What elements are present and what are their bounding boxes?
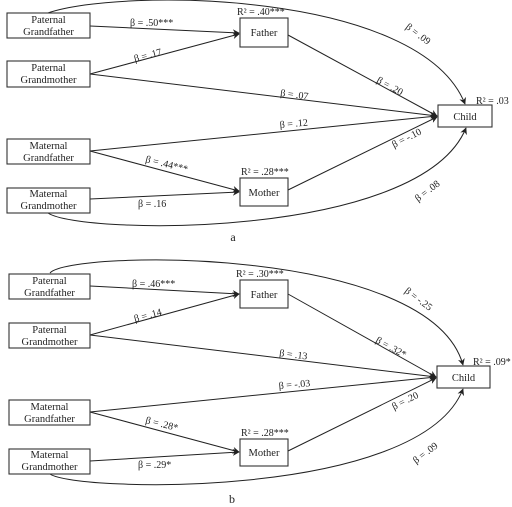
coef-mgf-mother: β = .44*** bbox=[144, 154, 189, 175]
panel-b: Paternal Grandfather Paternal Grandmother … bbox=[8, 259, 511, 506]
node-child: Child bbox=[436, 365, 491, 389]
node-paternal-grandmother: Paternal Grandmother bbox=[6, 60, 91, 88]
node-label-line1: Maternal bbox=[30, 141, 68, 152]
node-child: Child bbox=[437, 104, 493, 128]
node-label: Child bbox=[453, 112, 477, 123]
svg-text:MaternalGrandfather: Maternal Grandfather bbox=[23, 141, 74, 164]
node-maternal-grandfather: Maternal Grandfather bbox=[6, 138, 91, 165]
node-paternal-grandfather: Paternal Grandfather bbox=[8, 273, 91, 300]
coef-mgm-mother: β = .29* bbox=[138, 460, 171, 471]
node-label: Mother bbox=[249, 188, 280, 199]
coef-pgf-child: β = -.25 bbox=[402, 286, 434, 314]
node-label-line1: Maternal bbox=[30, 189, 68, 200]
panel-a: Paternal Grandfather Paternal Grandmother … bbox=[6, 0, 509, 244]
edge-mgf-child bbox=[89, 113, 438, 152]
node-label-line2: Grandmother bbox=[21, 201, 77, 212]
coef-pgm-father: β = .14 bbox=[133, 307, 163, 325]
coef-father-child: β = .32* bbox=[374, 335, 408, 361]
node-label: Mother bbox=[249, 448, 280, 459]
node-label-line1: Maternal bbox=[31, 450, 69, 461]
edge-father-child bbox=[287, 293, 437, 378]
node-label: Father bbox=[251, 290, 278, 301]
node-label: Child bbox=[452, 373, 476, 384]
node-father: Father bbox=[239, 17, 289, 48]
node-paternal-grandfather: Paternal Grandfather bbox=[6, 12, 91, 39]
coef-mgm-child: β = .08 bbox=[413, 179, 442, 205]
panel-label-b: b bbox=[229, 492, 235, 506]
node-label-line2: Grandfather bbox=[23, 153, 74, 164]
node-mother: Mother bbox=[239, 177, 289, 207]
svg-text:MaternalGrandfather: Maternal Grandfather bbox=[24, 402, 75, 425]
edge-mgm-mother bbox=[89, 188, 240, 200]
edge-father-child bbox=[287, 34, 438, 117]
r2-father: R² = .30*** bbox=[236, 269, 284, 280]
node-label-line1: Maternal bbox=[31, 402, 69, 413]
node-label-line1: Paternal bbox=[32, 276, 66, 287]
node-label-line2: Grandfather bbox=[23, 27, 74, 38]
r2-mother: R² = .28*** bbox=[241, 167, 289, 178]
edge-mgf-mother bbox=[89, 150, 240, 193]
coef-mgm-child: β = .09 bbox=[411, 441, 440, 467]
r2-mother: R² = .28*** bbox=[241, 428, 289, 439]
coef-pgm-father: β = .17 bbox=[133, 47, 163, 65]
coef-pgf-child: β = .09 bbox=[403, 22, 432, 48]
coef-pgm-child: β = .13 bbox=[279, 348, 308, 362]
r2-father: R² = .40*** bbox=[237, 7, 285, 18]
node-label-line2: Grandmother bbox=[22, 462, 78, 473]
coef-mgm-mother: β = .16 bbox=[138, 199, 166, 210]
node-maternal-grandfather: Maternal Grandfather bbox=[8, 399, 91, 426]
edge-mgf-mother bbox=[89, 411, 240, 454]
node-label-line2: Grandmother bbox=[22, 337, 78, 348]
node-label-line2: Grandmother bbox=[21, 75, 77, 86]
node-label-line2: Grandfather bbox=[24, 288, 75, 299]
edge-pgm-father bbox=[89, 32, 240, 75]
panel-label-a: a bbox=[230, 230, 236, 244]
node-label-line2: Grandfather bbox=[24, 414, 75, 425]
node-label-line1: Paternal bbox=[31, 63, 65, 74]
node-paternal-grandmother: Paternal Grandmother bbox=[8, 322, 91, 349]
edge-pgm-father bbox=[89, 292, 240, 336]
node-label-line1: Paternal bbox=[31, 15, 65, 26]
path-diagram: Paternal Grandfather Paternal Grandmother … bbox=[6, 0, 511, 506]
node-label: Father bbox=[251, 28, 278, 39]
r2-child: R² = .09* bbox=[473, 357, 511, 368]
node-label-line1: Paternal bbox=[32, 325, 66, 336]
coef-pgf-father: β = .46*** bbox=[132, 279, 175, 290]
coef-father-child: β = .20 bbox=[375, 75, 405, 98]
node-mother: Mother bbox=[239, 438, 289, 467]
edge-mgf-child bbox=[89, 374, 437, 413]
coef-mother-child: β = -.10 bbox=[390, 127, 423, 151]
node-maternal-grandmother: Maternal Grandmother bbox=[6, 187, 91, 214]
coef-pgm-child: β = .07 bbox=[280, 88, 309, 102]
coef-pgf-father: β = .50*** bbox=[130, 18, 173, 29]
node-father: Father bbox=[239, 279, 289, 309]
node-maternal-grandmother: Maternal Grandmother bbox=[8, 448, 91, 475]
r2-child: R² = .03 bbox=[476, 96, 509, 107]
